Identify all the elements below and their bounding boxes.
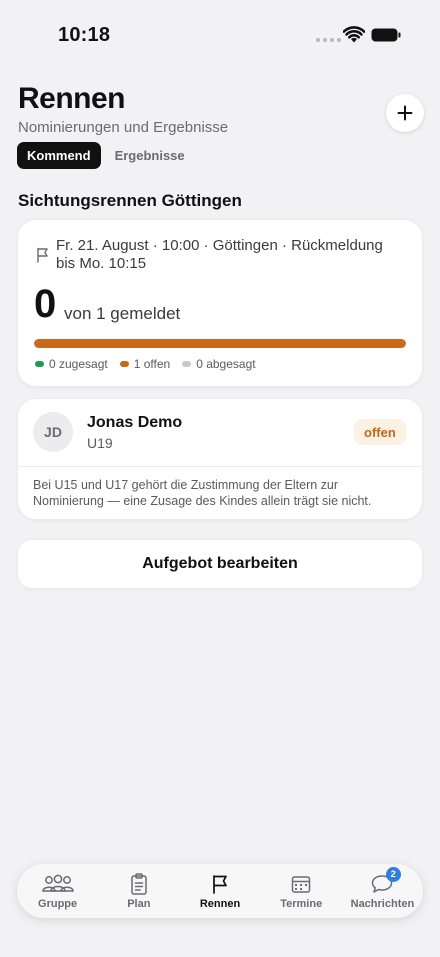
page-title: Rennen xyxy=(18,82,126,115)
athlete-card[interactable]: JD Jonas Demo U19 offen Bei U15 und U17 … xyxy=(18,399,422,519)
wifi-icon xyxy=(343,26,365,43)
nav-item-rennen[interactable]: Rennen xyxy=(179,864,260,918)
response-legend: 0 zugesagt 1 offen 0 abgesagt xyxy=(35,357,256,371)
divider xyxy=(18,466,422,467)
legend-dot-declined xyxy=(182,361,192,367)
nav-item-plan[interactable]: Plan xyxy=(98,864,179,918)
status-time: 10:18 xyxy=(58,24,111,46)
registered-count: 0 xyxy=(34,282,56,326)
legend-label-open: 1 offen xyxy=(133,357,171,371)
edit-lineup-button[interactable]: Aufgebot bearbeiten xyxy=(18,540,422,588)
registered-count-label: von 1 gemeldet xyxy=(64,304,181,323)
race-details: Fr. 21. August · 10:00 · Göttingen · Rüc… xyxy=(56,237,383,272)
parental-consent-note: Bei U15 und U17 gehört die Zustimmung de… xyxy=(33,478,372,508)
flag-icon xyxy=(213,875,227,894)
avatar: JD xyxy=(33,412,73,452)
legend-dot-confirmed xyxy=(35,361,44,367)
legend-item-confirmed: 0 zugesagt xyxy=(35,357,108,371)
battery-icon xyxy=(371,28,401,42)
tab-kommend[interactable]: Kommend xyxy=(17,142,101,169)
legend-item-declined: 0 abgesagt xyxy=(182,357,256,371)
nav-label-plan: Plan xyxy=(127,898,151,910)
unread-badge: 2 xyxy=(385,867,401,882)
calendar-icon xyxy=(291,876,311,893)
add-race-button[interactable] xyxy=(386,94,424,132)
legend-item-open: 1 offen xyxy=(119,357,171,371)
athlete-group: U19 xyxy=(87,435,113,451)
group-icon xyxy=(41,874,74,892)
race-card[interactable]: Fr. 21. August · 10:00 · Göttingen · Rüc… xyxy=(18,220,422,386)
page-subtitle: Nominierungen und Ergebnisse xyxy=(18,119,229,136)
nav-label-gruppe: Gruppe xyxy=(38,898,78,910)
status-bar: 10:18 xyxy=(0,0,440,72)
nav-item-gruppe[interactable]: Gruppe xyxy=(17,864,98,918)
flag-icon xyxy=(37,247,48,263)
cellular-signal-icon xyxy=(316,38,341,42)
progress-fill-open xyxy=(34,339,406,348)
plus-icon xyxy=(397,105,413,121)
tab-ergebnisse[interactable]: Ergebnisse xyxy=(105,142,195,169)
bottom-tab-bar: Gruppe Plan Rennen Termine 2 Nachrichten xyxy=(17,864,423,918)
nav-item-termine[interactable]: Termine xyxy=(261,864,342,918)
nav-label-rennen: Rennen xyxy=(199,898,241,910)
clipboard-icon xyxy=(131,873,147,895)
athlete-name: Jonas Demo xyxy=(87,414,183,431)
response-progress-bar xyxy=(34,339,406,348)
nav-label-nachrichten: Nachrichten xyxy=(350,898,415,910)
legend-label-confirmed: 0 zugesagt xyxy=(49,357,108,371)
status-badge[interactable]: offen xyxy=(354,419,406,445)
legend-label-declined: 0 abgesagt xyxy=(196,357,256,371)
nav-label-termine: Termine xyxy=(280,898,323,910)
race-heading: Sichtungsrennen Göttingen xyxy=(18,191,242,210)
legend-dot-open xyxy=(119,361,129,367)
nav-item-nachrichten[interactable]: 2 Nachrichten xyxy=(342,864,423,918)
segment-tabs: Kommend Ergebnisse xyxy=(17,142,195,169)
